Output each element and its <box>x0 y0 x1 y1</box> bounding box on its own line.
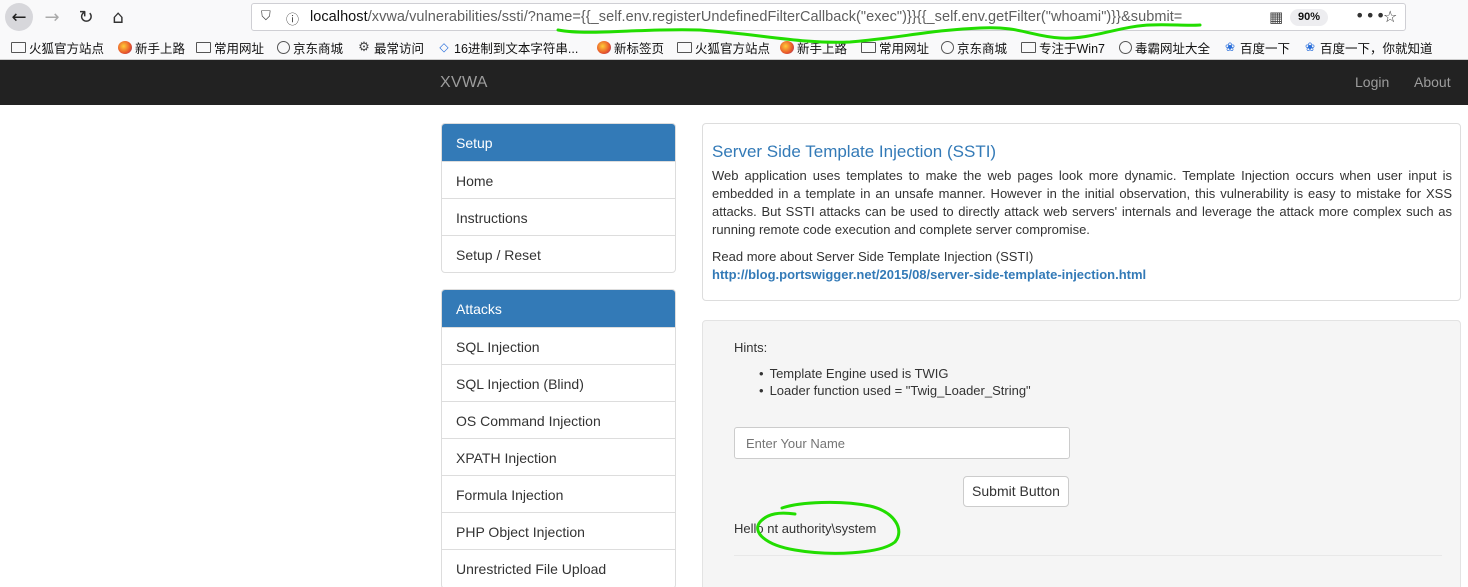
url-text[interactable]: localhost/xvwa/vulnerabilities/ssti/?nam… <box>310 9 1182 25</box>
bookmark-label: 最常访问 <box>374 42 425 56</box>
bookmark-label: 火狐官方站点 <box>695 42 771 56</box>
sidebar-item-xpath-injection[interactable]: XPATH Injection <box>442 438 675 475</box>
firefox-icon <box>597 41 611 54</box>
bookmark-item[interactable]: 火狐官方站点 <box>11 38 104 57</box>
url-host: localhost <box>310 9 368 25</box>
sidebar-item-sql-injection-blind[interactable]: SQL Injection (Blind) <box>442 364 675 401</box>
bookmark-label: 毒霸网址大全 <box>1135 42 1211 56</box>
bookmark-label: 百度一下 <box>1240 42 1291 56</box>
bookmark-item[interactable]: ❀ 百度一下 <box>1223 38 1290 57</box>
sidebar-item-unrestricted-file-upload[interactable]: Unrestricted File Upload <box>442 549 675 586</box>
bookmark-item[interactable]: 新标签页 <box>597 38 664 57</box>
attack-form-well: Hints: Template Engine used is TWIG Load… <box>702 320 1461 587</box>
bookmark-label: 新标签页 <box>614 42 665 56</box>
bookmark-star-icon[interactable]: ☆ <box>1383 7 1397 26</box>
bookmark-item[interactable]: 常用网址 <box>196 38 264 57</box>
tracking-shield-icon[interactable]: ⛉ <box>261 9 271 24</box>
bookmark-label: 专注于Win7 <box>1039 42 1105 56</box>
url-bar[interactable]: ⛉ ⓘ localhost/xvwa/vulnerabilities/ssti/… <box>251 3 1406 31</box>
sidebar-item-instructions[interactable]: Instructions <box>442 198 675 235</box>
globe-icon <box>941 41 954 54</box>
bookmark-item[interactable]: ◇ 16进制到文本字符串... <box>437 38 578 57</box>
bookmark-label: 京东商城 <box>957 42 1008 56</box>
bookmark-label: 百度一下，你就知道 <box>1320 42 1433 56</box>
bookmarks-bar: 火狐官方站点 新手上路 常用网址 京东商城 ⚙ 最常访问 ◇ 16进制到文本字符串... 新标签… <box>0 34 1468 60</box>
bookmark-item[interactable]: 专注于Win7 <box>1021 38 1105 57</box>
firefox-icon <box>780 41 794 54</box>
bookmark-item[interactable]: 京东商城 <box>277 38 343 57</box>
forward-arrow-icon[interactable]: → <box>38 3 66 31</box>
sidebar-item-php-object-injection[interactable]: PHP Object Injection <box>442 512 675 549</box>
home-icon[interactable]: ⌂ <box>104 3 132 31</box>
globe-icon <box>1119 41 1132 54</box>
zoom-level-badge[interactable]: 90% <box>1290 9 1328 26</box>
more-actions-icon[interactable]: ••• <box>1355 6 1386 25</box>
bookmark-item[interactable]: 新手上路 <box>118 38 185 57</box>
folder-icon <box>677 42 692 53</box>
bookmark-label: 新手上路 <box>135 42 186 56</box>
bookmark-item[interactable]: 火狐官方站点 <box>677 38 770 57</box>
setup-panel: Setup Home Instructions Setup / Reset <box>441 123 676 273</box>
gear-icon: ⚙ <box>358 40 370 55</box>
site-brand[interactable]: XVWA <box>440 74 488 92</box>
divider <box>734 555 1442 556</box>
bookmark-label: 京东商城 <box>293 42 344 56</box>
intro-panel: Server Side Template Injection (SSTI) We… <box>702 123 1461 301</box>
attacks-panel: Attacks SQL Injection SQL Injection (Bli… <box>441 289 676 587</box>
sidebar-item-os-command-injection[interactable]: OS Command Injection <box>442 401 675 438</box>
browser-toolbar: ← → ↻ ⌂ ⛉ ⓘ localhost/xvwa/vulnerabiliti… <box>0 0 1468 34</box>
sidebar-item-formula-injection[interactable]: Formula Injection <box>442 475 675 512</box>
readmore-link[interactable]: http://blog.portswigger.net/2015/08/serv… <box>712 267 1146 282</box>
bookmark-item[interactable]: ❀ 百度一下，你就知道 <box>1303 38 1433 57</box>
bookmark-item[interactable]: 毒霸网址大全 <box>1119 38 1210 57</box>
diamond-icon: ◇ <box>439 40 449 54</box>
folder-icon <box>196 42 211 53</box>
about-link[interactable]: About <box>1414 74 1451 90</box>
folder-icon <box>861 42 876 53</box>
url-path: /xvwa/vulnerabilities/ssti/?name={{_self… <box>367 9 1183 25</box>
bookmark-item[interactable]: 新手上路 <box>780 38 847 57</box>
sidebar-item-sql-injection[interactable]: SQL Injection <box>442 327 675 364</box>
bookmark-item[interactable]: ⚙ 最常访问 <box>357 38 424 57</box>
hints-label: Hints: <box>734 340 768 355</box>
attacks-panel-title: Attacks <box>442 290 675 327</box>
login-link[interactable]: Login <box>1355 74 1389 90</box>
hint-item: Template Engine used is TWIG <box>760 365 1031 382</box>
site-info-icon[interactable]: ⓘ <box>286 9 299 28</box>
readmore-label: Read more about Server Side Template Inj… <box>712 249 1034 264</box>
bookmark-label: 常用网址 <box>879 42 930 56</box>
injection-result: Hello nt authority\system <box>734 521 877 536</box>
setup-panel-title: Setup <box>442 124 675 161</box>
folder-icon <box>1021 42 1036 53</box>
intro-description: Web application uses templates to make t… <box>712 168 1452 237</box>
hints-list: Template Engine used is TWIG Loader func… <box>760 365 1031 399</box>
qr-code-icon[interactable]: ▦ <box>1269 8 1283 26</box>
bookmark-label: 16进制到文本字符串... <box>454 42 579 56</box>
globe-icon <box>277 41 290 54</box>
page-title: Server Side Template Injection (SSTI) <box>712 142 997 161</box>
name-input[interactable] <box>734 427 1070 459</box>
submit-button[interactable]: Submit Button <box>963 476 1069 507</box>
sidebar-item-home[interactable]: Home <box>442 161 675 198</box>
baidu-paw-icon: ❀ <box>1224 40 1236 54</box>
hint-item: Loader function used = "Twig_Loader_Stri… <box>760 382 1031 399</box>
bookmark-label: 新手上路 <box>797 42 848 56</box>
firefox-icon <box>118 41 132 54</box>
back-arrow-icon[interactable]: ← <box>5 3 33 31</box>
reload-icon[interactable]: ↻ <box>72 3 100 31</box>
bookmark-label: 常用网址 <box>214 42 265 56</box>
site-navbar: XVWA Login About <box>0 60 1468 105</box>
bookmark-item[interactable]: 京东商城 <box>941 38 1007 57</box>
baidu-paw-icon: ❀ <box>1304 40 1316 54</box>
bookmark-label: 火狐官方站点 <box>29 42 105 56</box>
sidebar-item-setup-reset[interactable]: Setup / Reset <box>442 235 675 272</box>
folder-icon <box>11 42 26 53</box>
bookmark-item[interactable]: 常用网址 <box>861 38 929 57</box>
